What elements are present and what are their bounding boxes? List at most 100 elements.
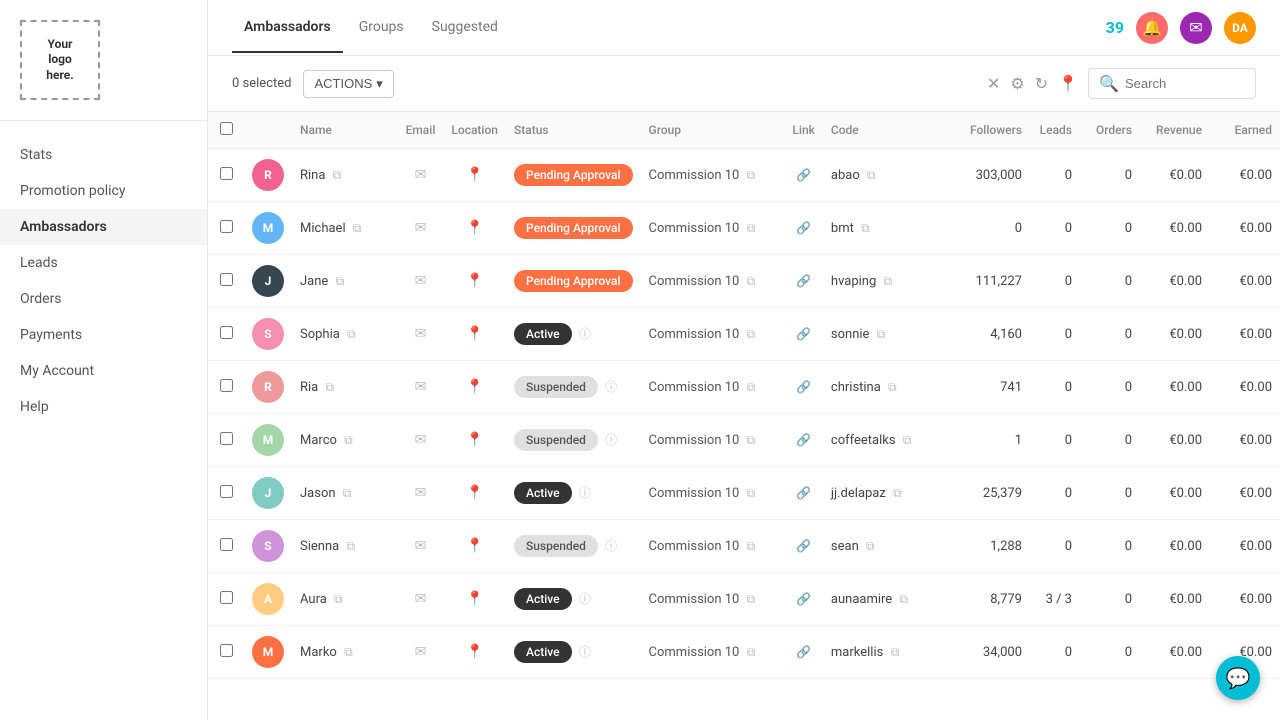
copy-group-icon[interactable]: ⧉ — [747, 539, 756, 553]
row-checkbox[interactable] — [220, 273, 233, 286]
link-icon[interactable]: 🔗 — [796, 645, 811, 659]
row-checkbox[interactable] — [220, 326, 233, 339]
email-icon[interactable]: ✉ — [415, 644, 427, 660]
copy-code-icon[interactable]: ⧉ — [899, 592, 908, 606]
row-checkbox[interactable] — [220, 538, 233, 551]
sidebar-item-ambassadors[interactable]: Ambassadors — [0, 209, 207, 245]
copy-group-icon[interactable]: ⧉ — [747, 168, 756, 182]
link-icon[interactable]: 🔗 — [796, 433, 811, 447]
location-icon[interactable]: 📍 — [466, 644, 483, 660]
location-icon[interactable]: 📍 — [466, 538, 483, 554]
info-icon[interactable]: ⓘ — [605, 539, 617, 553]
location-icon[interactable]: 📍 — [466, 379, 483, 395]
link-icon[interactable]: 🔗 — [796, 380, 811, 394]
copy-name-icon[interactable]: ⧉ — [343, 486, 352, 500]
tab-suggested[interactable]: Suggested — [420, 3, 510, 53]
copy-name-icon[interactable]: ⧉ — [353, 221, 362, 235]
location-icon[interactable]: 📍 — [466, 220, 483, 236]
refresh-icon[interactable]: ↻ — [1035, 74, 1048, 93]
status-badge[interactable]: Pending Approval — [514, 270, 633, 292]
location-icon[interactable]: 📍 — [466, 167, 483, 183]
bell-icon[interactable]: 🔔 — [1136, 12, 1168, 44]
copy-code-icon[interactable]: ⧉ — [903, 433, 912, 447]
sidebar-item-promotion-policy[interactable]: Promotion policy — [0, 173, 207, 209]
copy-code-icon[interactable]: ⧉ — [867, 168, 876, 182]
row-checkbox[interactable] — [220, 644, 233, 657]
row-checkbox[interactable] — [220, 591, 233, 604]
location-icon[interactable]: 📍 — [466, 326, 483, 342]
email-icon[interactable]: ✉ — [415, 326, 427, 342]
copy-group-icon[interactable]: ⧉ — [747, 327, 756, 341]
status-badge[interactable]: Pending Approval — [514, 164, 633, 186]
copy-name-icon[interactable]: ⧉ — [344, 645, 353, 659]
status-badge[interactable]: Suspended — [514, 429, 598, 451]
filter-icon[interactable]: ⚙ — [1010, 74, 1024, 93]
link-icon[interactable]: 🔗 — [796, 327, 811, 341]
info-icon[interactable]: ⓘ — [605, 433, 617, 447]
copy-name-icon[interactable]: ⧉ — [346, 539, 355, 553]
copy-name-icon[interactable]: ⧉ — [333, 168, 342, 182]
search-input[interactable] — [1125, 76, 1245, 91]
sidebar-item-help[interactable]: Help — [0, 389, 207, 425]
link-icon[interactable]: 🔗 — [796, 592, 811, 606]
close-icon[interactable]: ✕ — [987, 74, 1000, 93]
copy-group-icon[interactable]: ⧉ — [747, 433, 756, 447]
actions-button[interactable]: ACTIONS ▾ — [303, 70, 393, 98]
location-icon[interactable]: 📍 — [466, 591, 483, 607]
location-icon[interactable]: 📍 — [466, 485, 483, 501]
copy-name-icon[interactable]: ⧉ — [344, 433, 353, 447]
email-icon[interactable]: ✉ — [415, 538, 427, 554]
tab-groups[interactable]: Groups — [347, 3, 416, 53]
copy-group-icon[interactable]: ⧉ — [747, 274, 756, 288]
link-icon[interactable]: 🔗 — [796, 274, 811, 288]
copy-group-icon[interactable]: ⧉ — [747, 221, 756, 235]
mail-icon[interactable]: ✉ — [1180, 12, 1212, 44]
status-badge[interactable]: Suspended — [514, 535, 598, 557]
sidebar-item-my-account[interactable]: My Account — [0, 353, 207, 389]
row-checkbox[interactable] — [220, 220, 233, 233]
link-icon[interactable]: 🔗 — [796, 221, 811, 235]
status-badge[interactable]: Suspended — [514, 376, 598, 398]
status-badge[interactable]: Active — [514, 588, 572, 610]
sidebar-item-leads[interactable]: Leads — [0, 245, 207, 281]
status-badge[interactable]: Active — [514, 482, 572, 504]
email-icon[interactable]: ✉ — [415, 485, 427, 501]
link-icon[interactable]: 🔗 — [796, 539, 811, 553]
info-icon[interactable]: ⓘ — [579, 592, 591, 606]
user-avatar[interactable]: DA — [1224, 12, 1256, 44]
sidebar-item-stats[interactable]: Stats — [0, 137, 207, 173]
info-icon[interactable]: ⓘ — [579, 486, 591, 500]
row-checkbox[interactable] — [220, 167, 233, 180]
status-badge[interactable]: Active — [514, 323, 572, 345]
select-all-checkbox[interactable] — [220, 122, 233, 135]
email-icon[interactable]: ✉ — [415, 273, 427, 289]
copy-name-icon[interactable]: ⧉ — [325, 380, 334, 394]
chat-bubble[interactable]: 💬 — [1216, 656, 1260, 700]
email-icon[interactable]: ✉ — [415, 220, 427, 236]
row-checkbox[interactable] — [220, 485, 233, 498]
email-icon[interactable]: ✉ — [415, 379, 427, 395]
row-checkbox[interactable] — [220, 432, 233, 445]
copy-group-icon[interactable]: ⧉ — [747, 645, 756, 659]
info-icon[interactable]: ⓘ — [605, 380, 617, 394]
copy-name-icon[interactable]: ⧉ — [336, 274, 345, 288]
info-icon[interactable]: ⓘ — [579, 645, 591, 659]
row-checkbox[interactable] — [220, 379, 233, 392]
sidebar-item-orders[interactable]: Orders — [0, 281, 207, 317]
link-icon[interactable]: 🔗 — [796, 486, 811, 500]
copy-name-icon[interactable]: ⧉ — [334, 592, 343, 606]
sidebar-item-payments[interactable]: Payments — [0, 317, 207, 353]
copy-group-icon[interactable]: ⧉ — [747, 592, 756, 606]
email-icon[interactable]: ✉ — [415, 432, 427, 448]
copy-code-icon[interactable]: ⧉ — [884, 274, 893, 288]
copy-group-icon[interactable]: ⧉ — [747, 486, 756, 500]
link-icon[interactable]: 🔗 — [796, 168, 811, 182]
copy-code-icon[interactable]: ⧉ — [888, 380, 897, 394]
location-pin-icon[interactable]: 📍 — [1058, 74, 1078, 93]
copy-code-icon[interactable]: ⧉ — [891, 645, 900, 659]
copy-code-icon[interactable]: ⧉ — [877, 327, 886, 341]
location-icon[interactable]: 📍 — [466, 273, 483, 289]
location-icon[interactable]: 📍 — [466, 432, 483, 448]
status-badge[interactable]: Active — [514, 641, 572, 663]
copy-group-icon[interactable]: ⧉ — [747, 380, 756, 394]
